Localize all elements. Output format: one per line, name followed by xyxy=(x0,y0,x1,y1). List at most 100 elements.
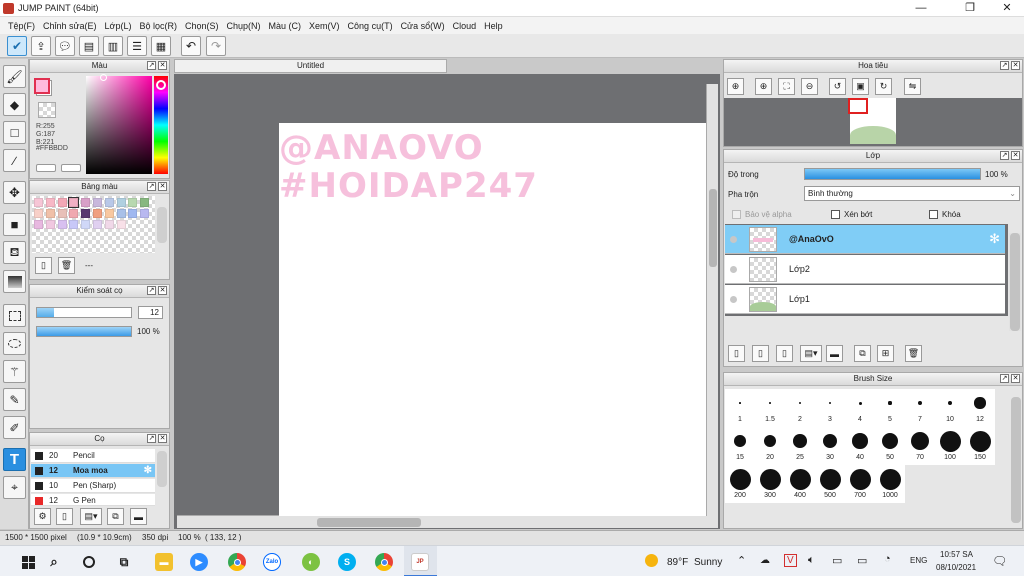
palette-swatch[interactable] xyxy=(69,220,79,229)
palette-swatch[interactable] xyxy=(140,198,150,207)
close-icon[interactable]: ✕ xyxy=(158,286,167,295)
brush-size-slider[interactable] xyxy=(36,307,132,318)
undock-icon[interactable]: ↗ xyxy=(147,182,156,191)
brush-settings-button[interactable]: ⚙︎ xyxy=(34,508,51,525)
cloud-icon[interactable]: ☁︎ xyxy=(760,555,770,566)
palette-swatch[interactable] xyxy=(93,220,102,229)
palette-swatch[interactable] xyxy=(128,209,138,218)
brush-size-option[interactable]: 200 xyxy=(725,465,755,503)
close-icon[interactable]: ✕ xyxy=(1011,61,1020,70)
tool-select-pen[interactable]: ✎ xyxy=(3,388,26,411)
new-layer-8bit-button[interactable]: ▯ xyxy=(776,345,793,362)
brush-size-option[interactable]: 30 xyxy=(815,427,845,465)
undock-icon[interactable]: ↗ xyxy=(1000,151,1009,160)
undock-icon[interactable]: ↗ xyxy=(147,61,156,70)
menu-file[interactable]: Tệp(F) xyxy=(4,21,39,31)
brush-size-scrollbar[interactable] xyxy=(1011,397,1021,523)
battery-icon[interactable]: ▭ xyxy=(832,554,842,567)
brush-size-option[interactable]: 40 xyxy=(845,427,875,465)
new-layer-button[interactable]: ▯ xyxy=(728,345,745,362)
rotate-right-button[interactable]: ↻ xyxy=(875,78,892,95)
new-brush-button[interactable]: ▯ xyxy=(56,508,73,525)
start-button[interactable] xyxy=(19,553,37,571)
jump-paint-taskbar-button[interactable]: JP xyxy=(404,546,437,576)
brush-size-option[interactable]: 7 xyxy=(905,389,935,427)
color-swap-button[interactable] xyxy=(61,164,81,172)
restore-button[interactable]: ❐ xyxy=(955,0,985,17)
palette-swatch[interactable] xyxy=(34,220,43,229)
chrome-button[interactable] xyxy=(228,553,246,571)
palette-swatch[interactable] xyxy=(104,198,114,207)
lock-checkbox[interactable] xyxy=(929,210,938,219)
tool-fill-rect[interactable]: ■ xyxy=(3,213,26,236)
brush-size-option[interactable]: 400 xyxy=(785,465,815,503)
tool-eraser[interactable]: ◆ xyxy=(3,93,26,116)
layer-opacity-slider[interactable] xyxy=(804,168,981,180)
close-button[interactable]: ✕ xyxy=(992,0,1022,17)
navigator-preview[interactable] xyxy=(724,98,1022,146)
comment-button[interactable]: 💬︎ xyxy=(55,36,75,56)
menu-view[interactable]: Xem(V) xyxy=(305,21,344,31)
hue-slider[interactable] xyxy=(154,76,168,174)
palette-swatch[interactable] xyxy=(57,209,67,218)
blend-mode-select[interactable]: Bình thường ⌄ xyxy=(804,186,1020,201)
tool-bucket[interactable]: ⛾ xyxy=(3,241,26,264)
brush-size-option[interactable]: 3 xyxy=(815,389,845,427)
message-button[interactable]: ▤ xyxy=(79,36,99,56)
palette-scrollbar[interactable] xyxy=(157,207,167,243)
brush-opacity-slider[interactable] xyxy=(36,326,132,337)
palette-swatch[interactable] xyxy=(104,220,114,229)
brush-size-option[interactable]: 300 xyxy=(755,465,785,503)
palette-swatch[interactable] xyxy=(104,209,114,218)
brush-size-option[interactable]: 1.5 xyxy=(755,389,785,427)
tool-lasso[interactable] xyxy=(3,332,26,355)
delete-layer-button[interactable]: 🗑︎ xyxy=(905,345,922,362)
transparent-swatch[interactable] xyxy=(38,102,56,118)
gear-icon[interactable]: ✻ xyxy=(144,464,152,478)
brush-size-option[interactable]: 10 xyxy=(935,389,965,427)
tool-magic-wand[interactable]: ⚚ xyxy=(3,360,26,383)
palette-swatch[interactable] xyxy=(68,197,80,208)
layer-item-anaovo[interactable]: @AnaOvO ✻ xyxy=(725,225,1005,254)
brush-size-option[interactable]: 500 xyxy=(815,465,845,503)
menu-layer[interactable]: Lớp(L) xyxy=(101,21,136,31)
cortana-button[interactable] xyxy=(80,553,98,571)
clock-time[interactable]: 10:57 SA xyxy=(940,550,973,559)
brush-size-option[interactable]: 50 xyxy=(875,427,905,465)
brush-size-option[interactable]: 20 xyxy=(755,427,785,465)
close-icon[interactable]: ✕ xyxy=(158,434,167,443)
menu-help[interactable]: Help xyxy=(480,21,507,31)
tool-brush[interactable]: 🖌︎ xyxy=(3,65,26,88)
brush-size-option[interactable]: 150 xyxy=(965,427,995,465)
palette-swatch[interactable] xyxy=(116,220,126,229)
redo-button[interactable]: ↷ xyxy=(206,36,226,56)
share-button[interactable]: ⇪ xyxy=(31,36,51,56)
brush-menu-button[interactable]: ▤▾ xyxy=(80,508,102,525)
file-explorer-button[interactable]: ▬ xyxy=(155,553,173,571)
monitor-icon[interactable]: ▭ xyxy=(857,554,867,567)
rotate-left-button[interactable]: ↺ xyxy=(829,78,846,95)
brush-size-option[interactable]: 2 xyxy=(785,389,815,427)
skype-button[interactable]: S xyxy=(338,553,356,571)
brush-size-option[interactable]: 12 xyxy=(965,389,995,427)
tool-select-rect[interactable] xyxy=(3,304,26,327)
palette-swatch[interactable] xyxy=(128,220,137,229)
layer-item-lop1[interactable]: Lớp1 xyxy=(725,285,1005,314)
zoom-fit-button[interactable]: ⊕ xyxy=(727,78,744,95)
close-icon[interactable]: ✕ xyxy=(158,61,167,70)
document-tab[interactable]: Untitled xyxy=(174,59,447,73)
brush-list-scrollbar[interactable] xyxy=(157,451,167,487)
brush-size-option[interactable]: 25 xyxy=(785,427,815,465)
tool-text[interactable]: T xyxy=(3,448,26,471)
menu-tools[interactable]: Công cụ(T) xyxy=(344,21,397,31)
palette-swatch[interactable] xyxy=(81,220,91,229)
brush-size-option[interactable]: 700 xyxy=(845,465,875,503)
wifi-icon[interactable]: ◔ xyxy=(884,553,891,565)
hue-slider-handle[interactable] xyxy=(156,80,166,90)
merge-layer-button[interactable]: ⊞ xyxy=(877,345,894,362)
delete-palette-button[interactable]: 🗑︎ xyxy=(58,257,75,274)
close-icon[interactable]: ✕ xyxy=(1011,374,1020,383)
brush-item-pencil[interactable]: 20 Pencil xyxy=(31,449,155,463)
new-palette-button[interactable]: ▯ xyxy=(35,257,52,274)
brush-size-option[interactable]: 1 xyxy=(725,389,755,427)
